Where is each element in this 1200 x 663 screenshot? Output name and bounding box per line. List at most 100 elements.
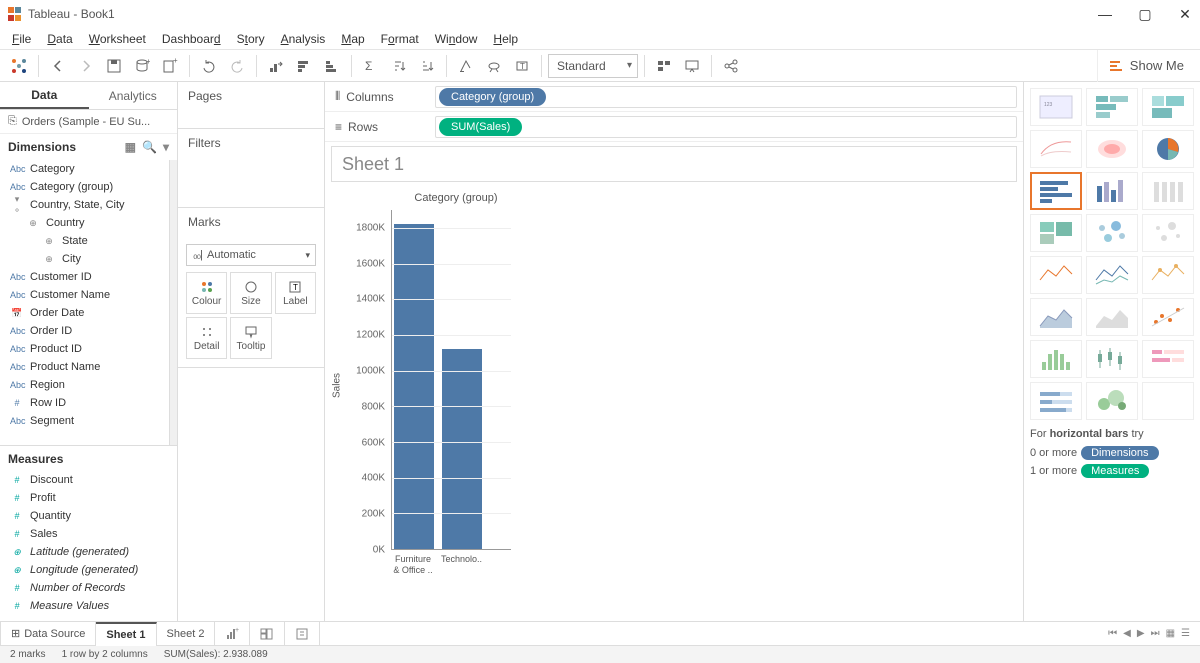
sort-asc-button[interactable] [291, 53, 317, 79]
totals-button[interactable]: Σ [358, 53, 384, 79]
showme-thumb-13[interactable] [1086, 256, 1138, 294]
show-me-button[interactable]: Show Me [1097, 50, 1194, 82]
dimension-field[interactable]: ⊕City [0, 250, 169, 268]
sort-ascending-button[interactable] [386, 53, 412, 79]
measure-field[interactable]: ⊕Longitude (generated) [0, 561, 177, 579]
showme-thumb-16[interactable] [1086, 298, 1138, 336]
measure-field[interactable]: #Discount [0, 471, 177, 489]
datasource-row[interactable]: ⎘ Orders (Sample - EU Su... [0, 110, 177, 134]
bar[interactable] [442, 349, 482, 549]
showme-thumb-11[interactable] [1142, 214, 1194, 252]
dimensions-menu-icon[interactable]: ▾ [163, 140, 169, 154]
showme-thumb-4[interactable] [1086, 130, 1138, 168]
nav-list-icon[interactable]: ☰ [1181, 628, 1190, 639]
forward-button[interactable] [73, 53, 99, 79]
measure-field[interactable]: #Quantity [0, 507, 177, 525]
tab-sheet1[interactable]: Sheet 1 [96, 622, 156, 646]
dimension-field[interactable]: AbcCustomer ID [0, 268, 169, 286]
back-button[interactable] [45, 53, 71, 79]
showme-thumb-14[interactable] [1142, 256, 1194, 294]
nav-last-icon[interactable]: ⏭ [1151, 628, 1160, 639]
new-worksheet-button[interactable]: + [157, 53, 183, 79]
marks-label[interactable]: TLabel [275, 272, 316, 314]
labels-button[interactable]: T [509, 53, 535, 79]
minimize-button[interactable]: — [1098, 6, 1112, 22]
showme-thumb-9[interactable] [1030, 214, 1082, 252]
marks-type-dropdown[interactable]: ₀₀| Automatic [186, 244, 316, 266]
sort-desc-button[interactable] [319, 53, 345, 79]
tab-sheet2[interactable]: Sheet 2 [157, 622, 216, 646]
nav-grid-icon[interactable]: ▦ [1166, 628, 1175, 639]
new-worksheet-tab[interactable]: + [215, 622, 250, 646]
showme-thumb-10[interactable] [1086, 214, 1138, 252]
menu-data[interactable]: Data [41, 30, 78, 48]
fit-dropdown[interactable]: Standard [548, 54, 638, 78]
marks-detail[interactable]: Detail [186, 317, 227, 359]
maximize-button[interactable]: ▢ [1138, 6, 1152, 23]
menu-help[interactable]: Help [487, 30, 524, 48]
sheet-title[interactable]: Sheet 1 [331, 146, 1017, 182]
undo-button[interactable] [196, 53, 222, 79]
menu-worksheet[interactable]: Worksheet [83, 30, 152, 48]
rows-pill[interactable]: SUM(Sales) [439, 118, 522, 136]
scrollbar[interactable] [169, 160, 177, 445]
showme-thumb-2[interactable] [1142, 88, 1194, 126]
new-dashboard-tab[interactable] [250, 622, 285, 646]
measure-field[interactable]: #Number of Records [0, 579, 177, 597]
rows-shelf[interactable]: ≡Rows SUM(Sales) [325, 112, 1023, 142]
redo-button[interactable] [224, 53, 250, 79]
showme-thumb-5[interactable] [1142, 130, 1194, 168]
menu-analysis[interactable]: Analysis [275, 30, 332, 48]
tab-data[interactable]: Data [0, 82, 89, 109]
sort-descending-button[interactable] [414, 53, 440, 79]
dimension-field[interactable]: AbcRegion [0, 376, 169, 394]
dimension-field[interactable]: 📅Order Date [0, 304, 169, 322]
dimension-field[interactable]: AbcCategory [0, 160, 169, 178]
dimension-field[interactable]: ▾ ⚬Country, State, City [0, 196, 169, 214]
showme-thumb-19[interactable] [1086, 340, 1138, 378]
showme-thumb-17[interactable] [1142, 298, 1194, 336]
search-icon[interactable]: 🔍 [142, 140, 157, 154]
close-button[interactable]: ✕ [1178, 6, 1192, 23]
showme-thumb-22[interactable] [1086, 382, 1138, 420]
highlight-button[interactable] [453, 53, 479, 79]
measure-field[interactable]: #Profit [0, 489, 177, 507]
showme-thumb-23[interactable] [1142, 382, 1194, 420]
showme-thumb-21[interactable] [1030, 382, 1082, 420]
showme-thumb-18[interactable] [1030, 340, 1082, 378]
dimension-field[interactable]: #Row ID [0, 394, 169, 412]
new-story-tab[interactable] [285, 622, 320, 646]
marks-size[interactable]: Size [230, 272, 271, 314]
measure-field[interactable]: ⊕Latitude (generated) [0, 543, 177, 561]
menu-map[interactable]: Map [335, 30, 370, 48]
save-button[interactable] [101, 53, 127, 79]
showme-thumb-6[interactable] [1030, 172, 1082, 210]
measure-field[interactable]: #Measure Values [0, 597, 177, 615]
group-button[interactable] [481, 53, 507, 79]
menu-format[interactable]: Format [375, 30, 425, 48]
marks-tooltip[interactable]: Tooltip [230, 317, 271, 359]
dimension-field[interactable]: AbcProduct Name [0, 358, 169, 376]
dimension-field[interactable]: ⊕State [0, 232, 169, 250]
new-datasource-button[interactable]: + [129, 53, 155, 79]
tab-analytics[interactable]: Analytics [89, 82, 178, 109]
dimension-field[interactable]: AbcCustomer Name [0, 286, 169, 304]
show-cards-button[interactable] [651, 53, 677, 79]
swap-button[interactable] [263, 53, 289, 79]
columns-shelf[interactable]: ⦀Columns Category (group) [325, 82, 1023, 112]
nav-first-icon[interactable]: ⏮ [1108, 628, 1117, 639]
dimension-field[interactable]: AbcCategory (group) [0, 178, 169, 196]
columns-pill[interactable]: Category (group) [439, 88, 546, 106]
showme-thumb-1[interactable] [1086, 88, 1138, 126]
view-grid-icon[interactable]: ▦ [125, 140, 136, 154]
menu-story[interactable]: Story [231, 30, 271, 48]
showme-thumb-12[interactable] [1030, 256, 1082, 294]
showme-thumb-0[interactable]: 123 [1030, 88, 1082, 126]
dimension-field[interactable]: AbcProduct ID [0, 340, 169, 358]
menu-dashboard[interactable]: Dashboard [156, 30, 227, 48]
marks-colour[interactable]: Colour [186, 272, 227, 314]
menu-window[interactable]: Window [429, 30, 484, 48]
dimension-field[interactable]: AbcSegment [0, 412, 169, 430]
showme-thumb-8[interactable] [1142, 172, 1194, 210]
menu-file[interactable]: File [6, 30, 37, 48]
